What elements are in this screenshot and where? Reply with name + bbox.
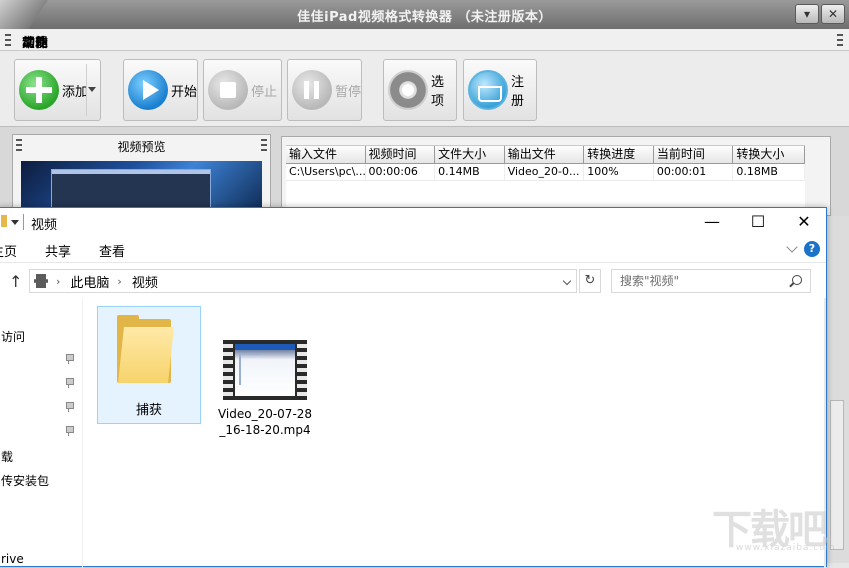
pin-icon[interactable] (65, 426, 74, 436)
cell-file-size: 0.14MB (435, 164, 505, 180)
gear-icon (388, 70, 428, 110)
address-bar[interactable]: › 此电脑 › 视频 (29, 269, 577, 293)
table-row[interactable]: C:\Users\pc\... 00:00:06 0.14MB Video_20… (286, 164, 805, 181)
toolbar: 添加 开始 停止 暂停 选项 注册 (0, 51, 849, 127)
window-title: 佳佳iPad视频格式转换器 （未注册版本） (297, 10, 552, 25)
pause-button[interactable]: 暂停 (287, 59, 362, 121)
pause-icon (292, 70, 332, 110)
column-header-current-time[interactable]: 当前时间 (653, 146, 734, 164)
nav-item-onedrive[interactable]: rive (1, 552, 24, 566)
options-label: 选项 (431, 75, 445, 109)
nav-item-downloads[interactable]: 载 (1, 448, 13, 465)
breadcrumb-videos[interactable]: 视频 (132, 272, 158, 291)
options-button[interactable]: 选项 (383, 59, 457, 121)
column-header-input-file[interactable]: 输入文件 (286, 146, 366, 164)
explorer-maximize-button[interactable]: ☐ (735, 208, 781, 237)
explorer-close-button[interactable]: ✕ (781, 208, 827, 237)
preview-thumbnail (51, 169, 211, 209)
chevron-down-icon[interactable] (786, 241, 798, 253)
column-header-progress[interactable]: 转换进度 (584, 146, 654, 164)
menu-grip-icon[interactable] (5, 34, 11, 46)
nav-item-installers[interactable]: 传安装包 (1, 472, 49, 489)
chevron-right-icon[interactable]: › (56, 275, 60, 288)
pin-icon[interactable] (65, 354, 74, 364)
stop-button[interactable]: 停止 (203, 59, 282, 121)
search-placeholder: 搜索"视频" (620, 274, 680, 288)
chevron-right-icon[interactable]: › (117, 275, 121, 288)
quick-access-folder-icon[interactable] (1, 215, 7, 227)
register-label: 注册 (511, 75, 525, 109)
folder-icon (117, 315, 174, 383)
start-label: 开始 (171, 84, 198, 100)
play-icon (128, 70, 168, 110)
start-button[interactable]: 开始 (123, 59, 198, 121)
pause-label: 暂停 (335, 84, 362, 100)
preview-title: 视频预览 (117, 140, 166, 154)
column-header-file-size[interactable]: 文件大小 (435, 146, 505, 164)
video-file-name-line2: _16-18-20.mp4 (219, 423, 311, 437)
cell-input-file: C:\Users\pc\... (286, 164, 366, 180)
explorer-title: 视频 (31, 218, 58, 233)
add-icon (19, 70, 59, 110)
title-bar: 佳佳iPad视频格式转换器 （未注册版本） ▾ ✕ (0, 0, 849, 29)
basket-icon (468, 70, 508, 110)
tab-share[interactable]: 共享 (45, 241, 71, 260)
address-row: ↑ › 此电脑 › 视频 ↻ 搜索"视频" (0, 264, 826, 298)
add-label: 添加 (62, 84, 89, 100)
stop-label: 停止 (251, 84, 278, 100)
ribbon-tabs: 主页 共享 查看 ? (0, 237, 826, 263)
table-header: 输入文件 视频时间 文件大小 输出文件 转换进度 当前时间 转换大小 (286, 146, 805, 164)
navigation-pane: 访问 载 传安装包 rive (0, 298, 83, 568)
tab-home[interactable]: 主页 (0, 241, 17, 260)
folder-name: 捕获 (135, 403, 162, 418)
title-separator (23, 214, 24, 230)
chevron-down-icon[interactable] (88, 87, 96, 92)
column-header-output-file[interactable]: 输出文件 (504, 146, 585, 164)
tab-view[interactable]: 查看 (99, 241, 125, 260)
folder-item[interactable]: 捕获 (97, 306, 201, 424)
add-button[interactable]: 添加 (14, 59, 101, 121)
film-icon (34, 274, 48, 288)
breadcrumb-this-pc[interactable]: 此电脑 (70, 272, 109, 291)
cell-output-file: Video_20-0... (505, 164, 585, 180)
close-button[interactable]: ✕ (821, 4, 845, 24)
task-table: 输入文件 视频时间 文件大小 输出文件 转换进度 当前时间 转换大小 C:\Us… (286, 145, 805, 215)
explorer-title-bar: 视频 — ☐ ✕ (0, 208, 826, 237)
stop-icon (208, 70, 248, 110)
pin-icon[interactable] (65, 378, 74, 388)
search-input[interactable]: 搜索"视频" (611, 269, 811, 293)
video-file-name-line1: Video_20-07-28 (217, 407, 313, 421)
video-thumbnail-icon (223, 340, 307, 400)
chevron-down-icon[interactable] (562, 276, 572, 286)
nav-item-quick-access[interactable]: 访问 (1, 328, 25, 345)
search-icon[interactable] (792, 275, 802, 285)
site-watermark: 下载吧 www.xiazaiba.com (712, 503, 840, 555)
help-icon[interactable]: ? (804, 241, 820, 257)
register-button[interactable]: 注册 (463, 59, 537, 121)
add-dropdown-separator (86, 64, 87, 116)
column-header-video-time[interactable]: 视频时间 (365, 146, 436, 164)
up-arrow-icon[interactable]: ↑ (9, 272, 22, 291)
column-header-converted-size[interactable]: 转换大小 (733, 146, 805, 164)
menu-grip-right-icon[interactable] (837, 34, 843, 46)
cell-current-time: 00:00:01 (654, 164, 734, 180)
menu-bar: 文件 编辑 动作 功能 帮助 (0, 29, 849, 51)
minimize-button[interactable]: ▾ (795, 4, 819, 24)
video-file-name: Video_20-07-28 _16-18-20.mp4 (213, 406, 317, 438)
explorer-window: 视频 — ☐ ✕ 主页 共享 查看 ? ↑ › 此电脑 › 视频 ↻ 搜索"视频 (0, 207, 827, 568)
preview-grip-right-icon[interactable] (261, 139, 267, 151)
video-file-item[interactable]: Video_20-07-28 _16-18-20.mp4 (213, 306, 317, 437)
task-table-panel: 输入文件 视频时间 文件大小 输出文件 转换进度 当前时间 转换大小 C:\Us… (281, 136, 831, 216)
cell-progress: 100% (584, 164, 654, 180)
refresh-button[interactable]: ↻ (579, 269, 601, 293)
window-controls: ▾ ✕ (795, 4, 845, 24)
cell-video-time: 00:00:06 (366, 164, 436, 180)
cell-converted-size: 0.18MB (733, 164, 805, 180)
explorer-minimize-button[interactable]: — (689, 208, 735, 237)
watermark-url: www.xiazaiba.com (736, 543, 836, 553)
chevron-down-icon[interactable] (11, 220, 19, 225)
app-window: 佳佳iPad视频格式转换器 （未注册版本） ▾ ✕ 文件 编辑 动作 功能 帮助… (0, 0, 849, 568)
video-preview-panel: 视频预览 (12, 134, 271, 215)
pin-icon[interactable] (65, 402, 74, 412)
